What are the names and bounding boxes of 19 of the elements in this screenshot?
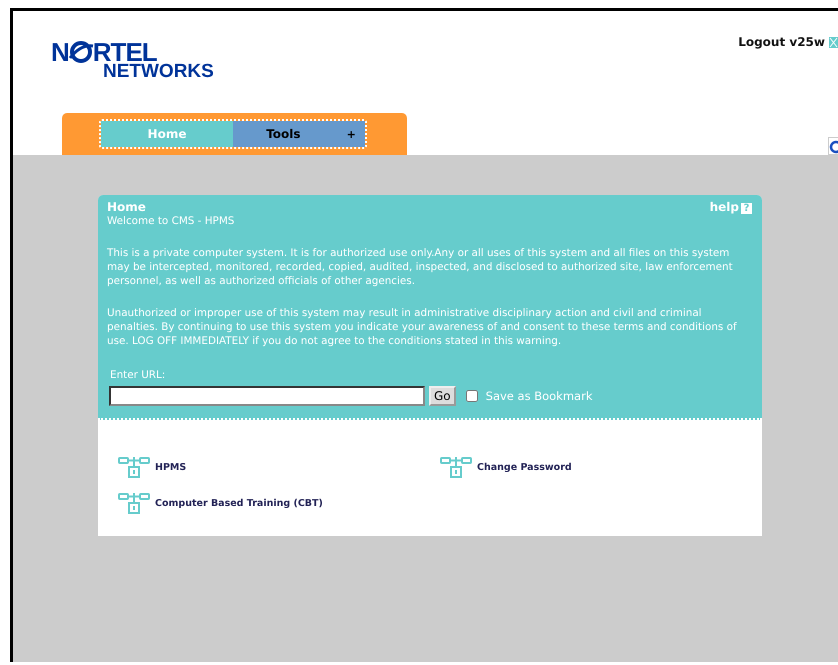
welcome-text: Welcome to CMS - HPMS <box>107 214 236 228</box>
url-label: Enter URL: <box>110 368 166 382</box>
tab[interactable]: Tools + <box>233 121 365 147</box>
bookmark-label: Save as Bookmark <box>486 389 592 403</box>
link[interactable]: HPMS <box>118 456 186 478</box>
network-lock-icon <box>118 492 150 514</box>
link[interactable]: Computer Based Training (CBT) <box>118 492 323 514</box>
go-button[interactable]: Go <box>429 386 456 406</box>
logo: N RTEL NETWORKS <box>51 39 214 81</box>
warning-paragraph: Unauthorized or improper use of this system may result in administrative disciplinary action and civil and criminal penalties. By continuing to use this system you indicate your awareness of and consent to these terms and conditions of use. LOG OFF IMMEDIATELY if you do not agree to the conditions stated in this warning. <box>107 306 738 348</box>
panel-title: Home <box>107 200 146 214</box>
network-lock-icon <box>118 456 150 478</box>
network-lock-icon <box>440 456 472 478</box>
warning-paragraph: This is a private computer system. It is for authorized use only.Any or all uses of this system and all files on this system may be intercepted, monitored, recorded, copied, audited, inspected, and disclosed to authorized site, law enforcement personnel, as well as authorized officials of other agencies. <box>107 246 734 288</box>
browser-icon[interactable] <box>828 137 838 155</box>
bookmark-checkbox[interactable] <box>466 390 478 402</box>
logout-link[interactable]: Logout v25w <box>738 35 825 49</box>
url-field[interactable] <box>109 386 425 406</box>
link[interactable]: Change Password <box>440 456 572 478</box>
